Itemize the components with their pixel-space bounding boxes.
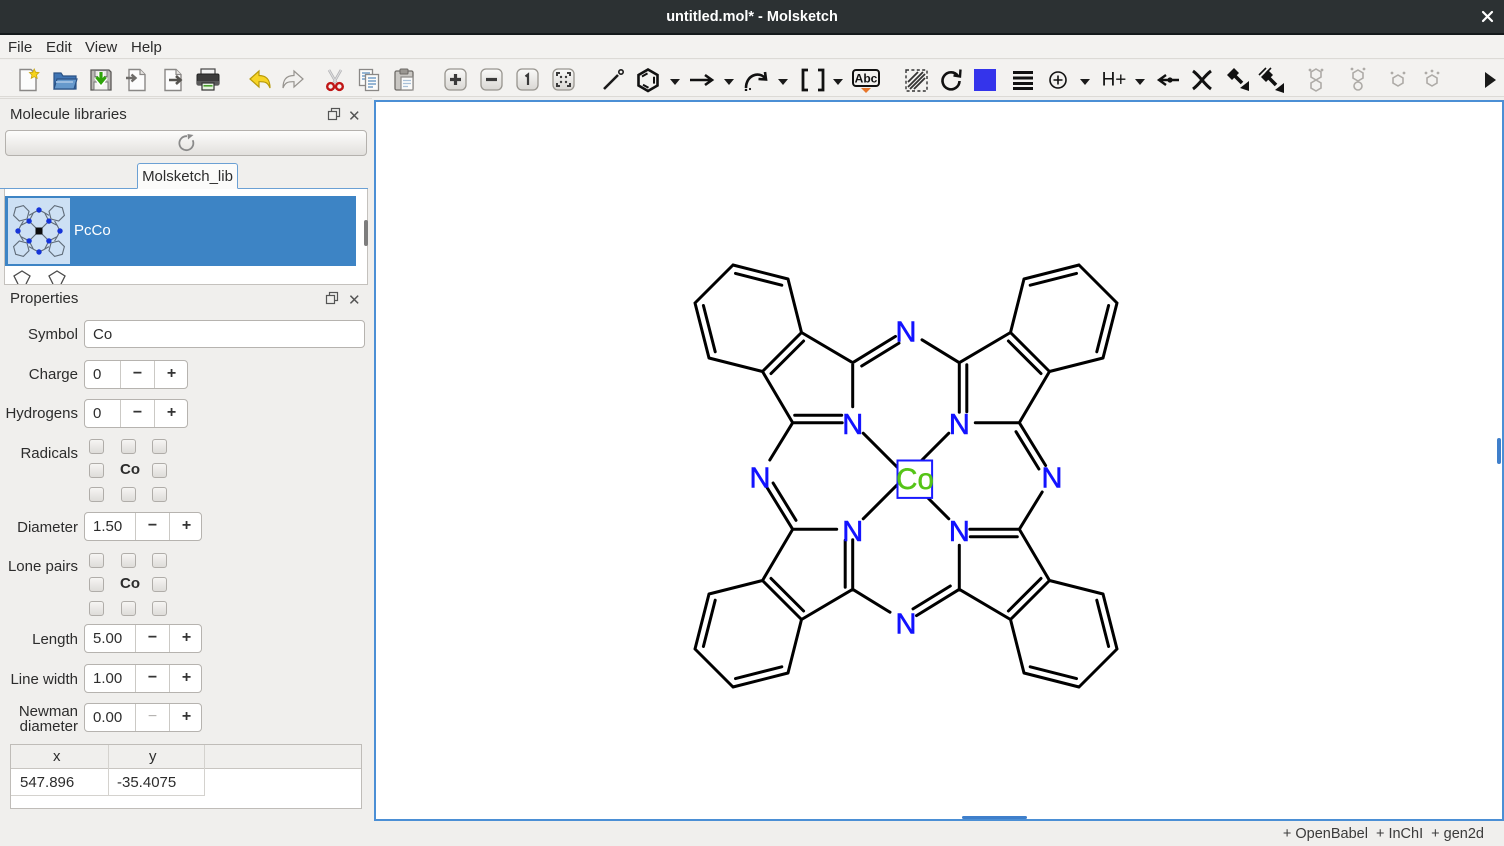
svg-text:N: N	[750, 463, 771, 495]
svg-text:N: N	[1042, 463, 1063, 495]
svg-text:Co: Co	[896, 463, 934, 496]
svg-text:N: N	[896, 609, 917, 641]
svg-text:N: N	[949, 516, 970, 548]
svg-text:N: N	[842, 516, 863, 548]
svg-text:N: N	[949, 409, 970, 441]
svg-text:N: N	[896, 317, 917, 349]
svg-text:H+: H+	[1102, 70, 1127, 91]
svg-text:N: N	[842, 409, 863, 441]
svg-text:Abc: Abc	[855, 72, 878, 86]
